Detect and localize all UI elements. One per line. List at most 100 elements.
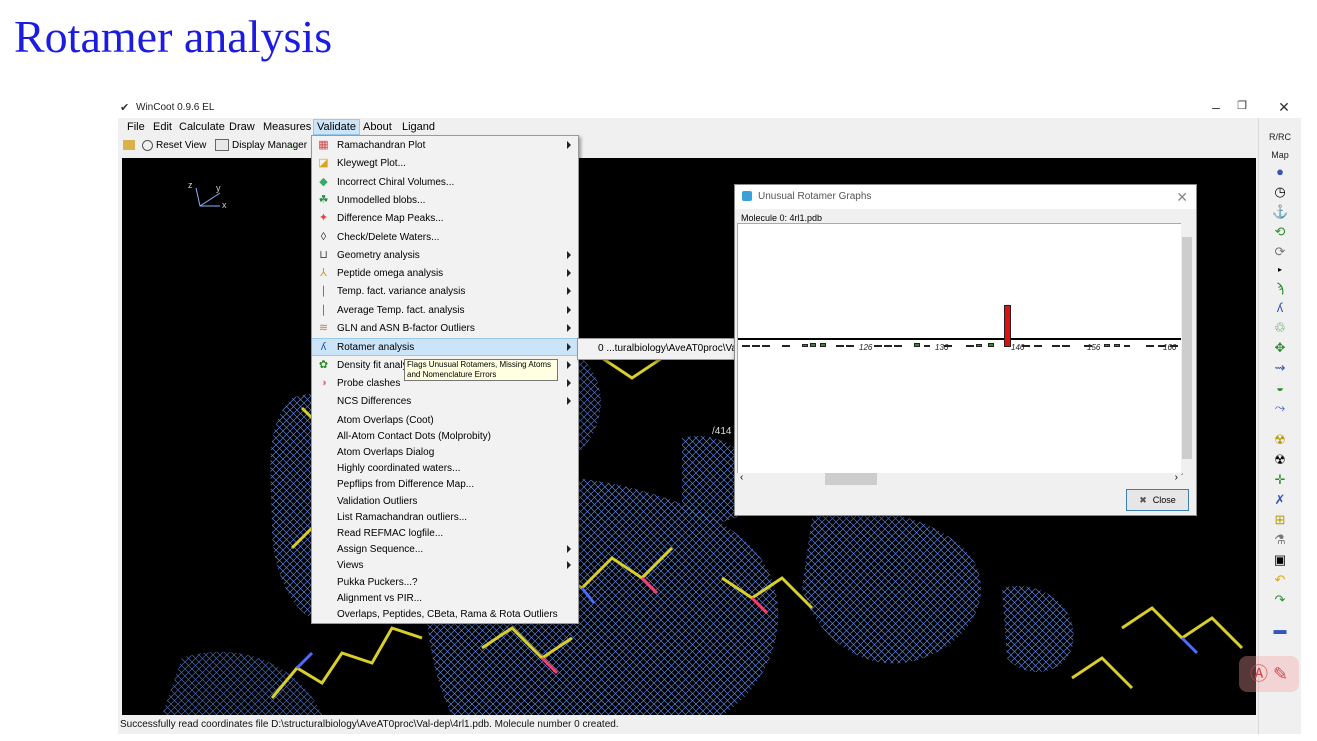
refine-icon[interactable]: ⟲: [1272, 224, 1288, 240]
close-window-button[interactable]: ✕: [1272, 99, 1296, 116]
open-folder-icon[interactable]: [123, 139, 138, 153]
rotamer-graph[interactable]: 126 136 146 156 166: [737, 223, 1183, 475]
rotamer-bar[interactable]: [914, 343, 920, 347]
rotamer-bar[interactable]: [846, 345, 854, 347]
rotamer-bar[interactable]: [1052, 345, 1060, 347]
outlier-bar[interactable]: [1004, 305, 1011, 347]
go-arrow-icon[interactable]: →: [288, 139, 298, 153]
rotamer-bar[interactable]: [894, 345, 902, 347]
menu-validate[interactable]: Validate: [313, 119, 360, 135]
menu-item-average-temp-fact-analysis[interactable]: ❘ Average Temp. fact. analysis: [312, 302, 578, 320]
dialog-close-button[interactable]: ✖ Close: [1126, 489, 1189, 511]
flask-icon[interactable]: ⚗: [1272, 532, 1288, 548]
dialog-close-icon[interactable]: ✕: [1176, 189, 1188, 206]
rotamer-bar[interactable]: [1114, 344, 1120, 347]
rotamer-bar[interactable]: [782, 345, 790, 347]
horizontal-scrollbar[interactable]: ‹ ›: [737, 472, 1181, 485]
menu-item-unmodelled-blobs[interactable]: ☘ Unmodelled blobs...: [312, 192, 578, 210]
menu-edit[interactable]: Edit: [150, 120, 175, 134]
rotamer-bar[interactable]: [752, 345, 760, 347]
rotamer-tool-icon[interactable]: ϡ: [1272, 280, 1288, 296]
blob-icon: ☘: [318, 193, 329, 206]
vertical-scroll-thumb[interactable]: [1182, 237, 1192, 459]
rotamer-bar[interactable]: [966, 345, 974, 347]
map-label[interactable]: Map: [1259, 150, 1301, 160]
menu-draw[interactable]: Draw: [226, 120, 258, 134]
restore-button[interactable]: ❐: [1230, 99, 1254, 112]
rotamer-bar[interactable]: [1022, 345, 1030, 347]
rotamer-bar[interactable]: [1062, 345, 1070, 347]
rotamer-bar[interactable]: [1084, 345, 1092, 347]
rotamer-auto-icon[interactable]: ʎ: [1272, 300, 1288, 316]
radiation-icon[interactable]: ☢: [1272, 432, 1288, 448]
regularize-icon[interactable]: ⟳: [1272, 244, 1288, 260]
rotamer-bar[interactable]: [1034, 345, 1042, 347]
fit-icon[interactable]: ◒: [1272, 380, 1288, 396]
rrc-label[interactable]: R/RC: [1259, 132, 1301, 142]
menu-item-gln-and-asn-b-factor-outliers[interactable]: ≋ GLN and ASN B-factor Outliers: [312, 320, 578, 338]
menu-item-label: Atom Overlaps Dialog: [337, 446, 435, 458]
rotamer-bar[interactable]: [742, 345, 750, 347]
menu-item-peptide-omega-analysis[interactable]: ⅄ Peptide omega analysis: [312, 265, 578, 283]
menu-item-geometry-analysis[interactable]: ⊔ Geometry analysis: [312, 247, 578, 265]
clock-icon[interactable]: ◷: [1272, 184, 1288, 200]
backbone-icon[interactable]: ⤳: [1272, 400, 1288, 416]
menu-item-label: Check/Delete Waters...: [337, 231, 440, 243]
rotamer-bar[interactable]: [874, 345, 882, 347]
rotamer-bar[interactable]: [884, 345, 892, 347]
rotamer-bar[interactable]: [762, 345, 770, 347]
menu-item-ncs-differences[interactable]: NCS Differences: [312, 393, 578, 411]
menu-about[interactable]: About: [360, 120, 395, 134]
delete-atom-icon[interactable]: ✗: [1272, 492, 1288, 508]
menu-item-check-delete-waters[interactable]: ◊ Check/Delete Waters...: [312, 229, 578, 247]
menu-item-temp-fact-variance-analysis[interactable]: ❘ Temp. fact. variance analysis: [312, 283, 578, 301]
horizontal-scroll-thumb[interactable]: [825, 473, 877, 485]
sidechain-icon[interactable]: ✥: [1272, 340, 1288, 356]
menu-item-overlaps-peptides-cbeta-rama-rota-outliers[interactable]: Overlaps, Peptides, CBeta, Rama & Rota O…: [312, 606, 578, 624]
vertical-scrollbar[interactable]: [1181, 223, 1193, 473]
toolbar: Reset View Display Manager →: [118, 136, 1258, 156]
minimize-button[interactable]: –: [1204, 99, 1228, 115]
menu-item-kleywegt-plot[interactable]: ◪ Kleywegt Plot...: [312, 155, 578, 173]
rotamer-bar[interactable]: [976, 344, 982, 347]
sphere-icon[interactable]: ●: [1272, 164, 1288, 180]
sequence-icon[interactable]: ▬: [1272, 622, 1288, 638]
rotamer-bar[interactable]: [924, 345, 930, 347]
reset-view-button[interactable]: Reset View: [142, 139, 206, 153]
expand-arrow-icon[interactable]: ▸: [1272, 262, 1288, 278]
torsion-icon[interactable]: ⇝: [1272, 360, 1288, 376]
rotamer-bar[interactable]: [1124, 345, 1130, 347]
menu-ligand[interactable]: Ligand: [399, 120, 438, 134]
rotamer-bar[interactable]: [836, 345, 844, 347]
anchor-icon[interactable]: ⚓: [1272, 204, 1288, 220]
radiation-dark-icon[interactable]: ☢: [1272, 452, 1288, 468]
menu-item-difference-map-peaks[interactable]: ✦ Difference Map Peaks...: [312, 210, 578, 228]
menu-item-ramachandran-plot[interactable]: ▦ Ramachandran Plot: [312, 137, 578, 155]
add-icon[interactable]: ⊞: [1272, 512, 1288, 528]
rotamer-bar[interactable]: [1170, 345, 1178, 347]
menu-measures[interactable]: Measures: [260, 120, 314, 134]
scroll-left-icon[interactable]: ‹: [740, 472, 743, 483]
scroll-right-icon[interactable]: ›: [1175, 472, 1178, 483]
rotamer-bar[interactable]: [820, 343, 826, 347]
add-atom-icon[interactable]: ✛: [1272, 472, 1288, 488]
undo-icon[interactable]: ↶: [1272, 572, 1288, 588]
dialog-title-bar: Unusual Rotamer Graphs ✕: [735, 185, 1196, 209]
menu-item-incorrect-chiral-volumes[interactable]: ◆ Incorrect Chiral Volumes...: [312, 174, 578, 192]
flip-icon[interactable]: ♲: [1272, 320, 1288, 336]
rotamer-bar[interactable]: [802, 344, 808, 347]
thermometer-icon: ❘: [318, 285, 329, 298]
redo-icon[interactable]: ↷: [1272, 592, 1288, 608]
rotamer-bar[interactable]: [810, 343, 816, 347]
menu-item-label: Validation Outliers: [337, 495, 418, 507]
menu-item-rotamer-analysis[interactable]: ʎ Rotamer analysis: [312, 338, 578, 357]
rotamer-bar[interactable]: [1158, 345, 1166, 347]
menu-file[interactable]: File: [124, 120, 148, 134]
menu-item-label: NCS Differences: [337, 396, 412, 408]
menu-calculate[interactable]: Calculate: [176, 120, 228, 134]
rotamer-bar[interactable]: [1104, 344, 1110, 347]
rotamer-bar[interactable]: [988, 343, 994, 347]
trash-icon[interactable]: ▣: [1272, 552, 1288, 568]
rotamer-bar[interactable]: [1146, 345, 1154, 347]
rotamer-bar[interactable]: [944, 345, 952, 347]
